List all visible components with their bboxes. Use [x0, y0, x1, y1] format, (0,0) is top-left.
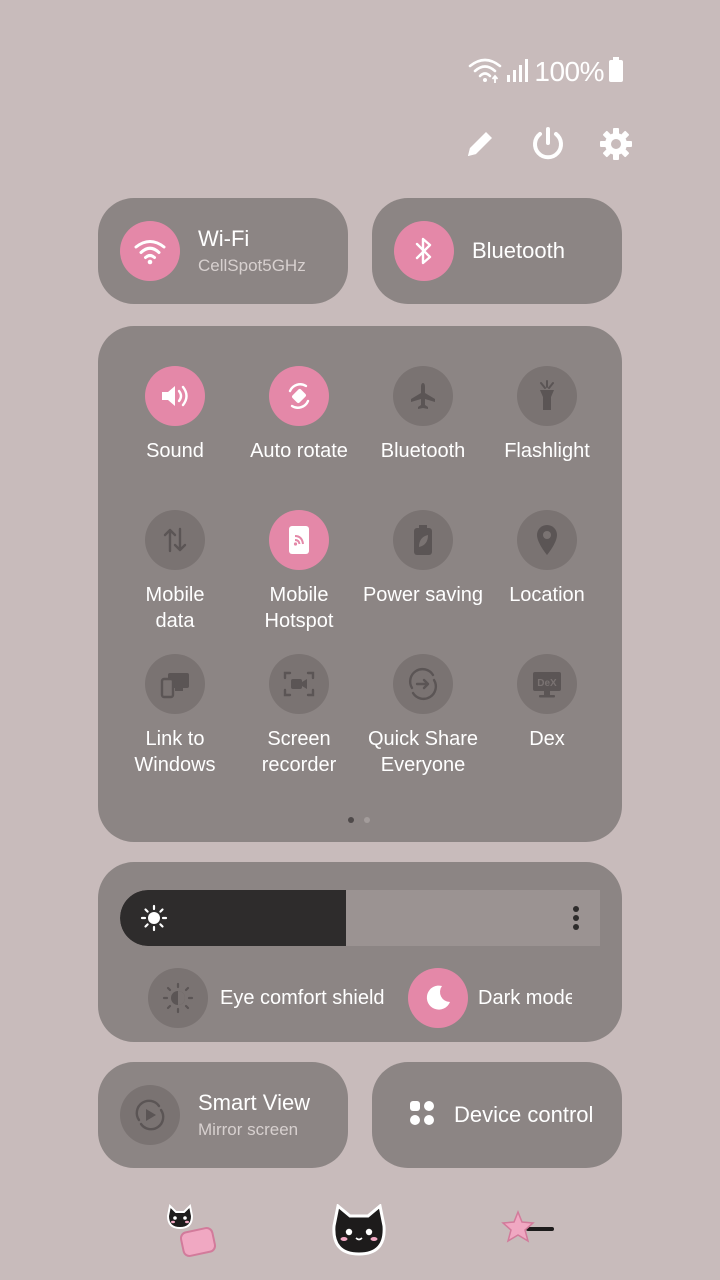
brightness-panel: Eye comfort shield Dark mode: [98, 862, 622, 1042]
tile-screen-recorder[interactable]: Screen recorder: [237, 654, 361, 778]
cat-pillow-sticker: [162, 1202, 222, 1267]
sun-icon: [140, 904, 168, 937]
tile-link-to-windows[interactable]: Link to Windows: [113, 654, 237, 778]
dex-icon[interactable]: DeX: [517, 654, 577, 714]
mobile-data-icon[interactable]: [145, 510, 205, 570]
hotspot-icon[interactable]: [269, 510, 329, 570]
black-cat-sticker: [330, 1203, 388, 1263]
wifi-tile[interactable]: Wi-Fi CellSpot5GHz: [98, 198, 348, 304]
battery-icon: [608, 56, 624, 88]
tile-location[interactable]: Location: [485, 510, 609, 608]
tile-dex[interactable]: DeX Dex: [485, 654, 609, 752]
brightness-slider[interactable]: [120, 890, 600, 946]
tile-label: Mobile Hotspot: [264, 584, 334, 632]
tile-sound[interactable]: Sound: [113, 366, 237, 464]
eye-comfort-icon[interactable]: [148, 968, 208, 1028]
sound-icon[interactable]: [145, 366, 205, 426]
wifi-network-name: CellSpot5GHz: [198, 256, 306, 275]
device-control-title: Device control: [454, 1102, 594, 1127]
tile-label: Auto rotate: [250, 440, 348, 462]
power-icon[interactable]: [526, 122, 570, 166]
pink-star-sticker: [500, 1208, 556, 1257]
link-windows-icon[interactable]: [145, 654, 205, 714]
bluetooth-icon[interactable]: [394, 221, 454, 281]
wifi-icon[interactable]: [120, 221, 180, 281]
status-bar: 100%: [468, 56, 624, 88]
tile-auto-rotate[interactable]: Auto rotate: [237, 366, 361, 464]
tile-airplane[interactable]: Bluetooth: [361, 366, 485, 464]
dex-logo-text: DeX: [537, 678, 557, 689]
dark-mode-label: Dark mode: [478, 986, 572, 1009]
edit-icon[interactable]: [458, 122, 502, 166]
tile-quick-share[interactable]: Quick Share Everyone: [361, 654, 485, 778]
eye-comfort-label: Eye comfort shield: [220, 986, 385, 1009]
page-indicator: [348, 817, 370, 823]
page-dot-active: [348, 817, 354, 823]
tile-mobile-hotspot[interactable]: Mobile Hotspot: [237, 510, 361, 634]
smart-view-title: Smart View: [198, 1090, 311, 1115]
power-saving-icon[interactable]: [393, 510, 453, 570]
smart-view-icon[interactable]: [120, 1085, 180, 1145]
tile-power-saving[interactable]: Power saving: [361, 510, 485, 608]
smart-view-tile[interactable]: Smart View Mirror screen: [98, 1062, 348, 1168]
signal-icon: [506, 57, 530, 88]
auto-rotate-icon[interactable]: [269, 366, 329, 426]
bluetooth-tile[interactable]: Bluetooth: [372, 198, 622, 304]
eye-comfort-toggle[interactable]: Eye comfort shield: [148, 968, 385, 1028]
dark-mode-icon[interactable]: [408, 968, 468, 1028]
tile-label: Flashlight: [504, 440, 590, 462]
device-control-tile[interactable]: Device control: [372, 1062, 622, 1168]
tile-label: Dex: [529, 728, 565, 750]
tile-label: Location: [509, 584, 585, 606]
airplane-icon[interactable]: [393, 366, 453, 426]
more-options-icon[interactable]: [572, 905, 580, 936]
tile-label: Screen recorder: [261, 728, 337, 776]
tile-label: Mobile data: [145, 584, 205, 632]
tile-flashlight[interactable]: Flashlight: [485, 366, 609, 464]
device-control-icon: [408, 1099, 436, 1132]
screen-recorder-icon[interactable]: [269, 654, 329, 714]
location-icon[interactable]: [517, 510, 577, 570]
battery-percent: 100%: [534, 56, 604, 87]
bluetooth-title: Bluetooth: [472, 238, 565, 263]
quick-share-icon[interactable]: [393, 654, 453, 714]
smart-view-subtitle: Mirror screen: [198, 1120, 299, 1139]
settings-icon[interactable]: [594, 122, 638, 166]
tile-label: Bluetooth: [380, 440, 466, 462]
tile-label: Quick Share Everyone: [367, 728, 479, 776]
dark-mode-toggle[interactable]: Dark mode: [408, 968, 572, 1028]
tile-label: Power saving: [362, 584, 484, 606]
wifi-icon: [468, 56, 502, 89]
top-actions: [458, 122, 638, 166]
page-dot: [364, 817, 370, 823]
quick-settings-grid: Sound Auto rotate Bluetooth Flashlight M…: [98, 326, 622, 842]
wifi-title: Wi-Fi: [198, 226, 250, 251]
tile-label: Link to Windows: [134, 728, 216, 776]
tile-mobile-data[interactable]: Mobile data: [113, 510, 237, 634]
tile-label: Sound: [146, 440, 204, 462]
flashlight-icon[interactable]: [517, 366, 577, 426]
